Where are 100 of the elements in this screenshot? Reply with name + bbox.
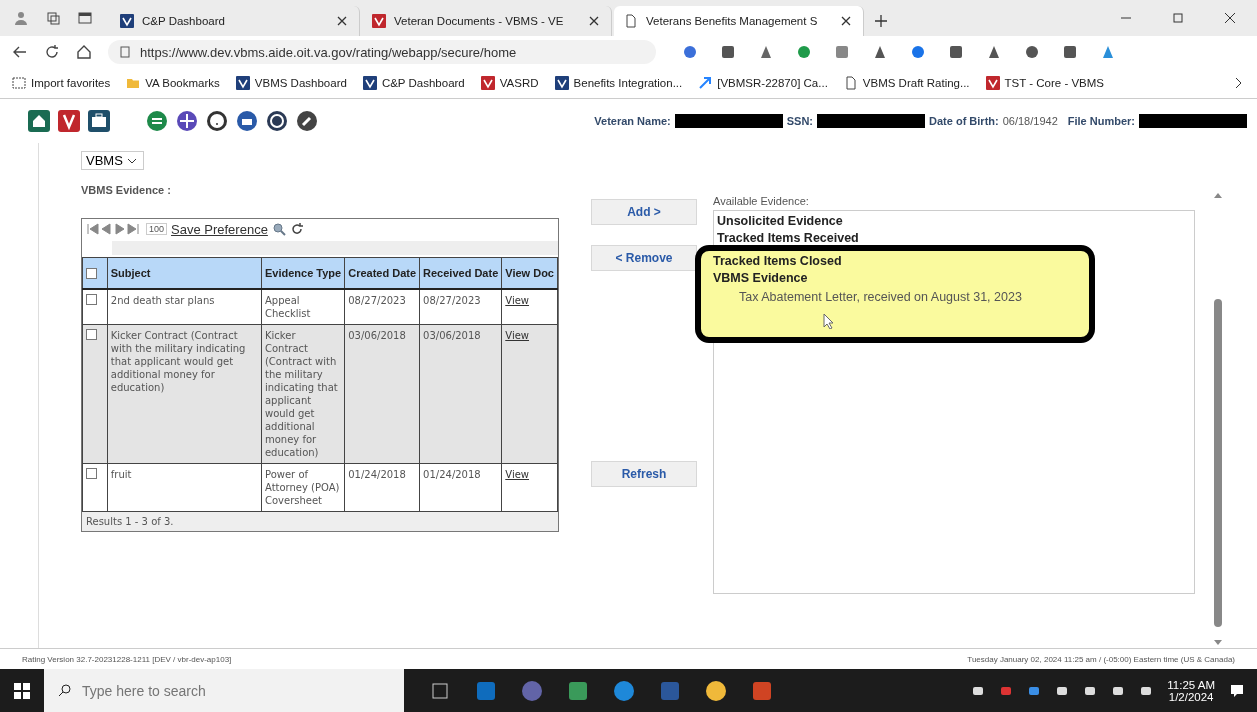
checkbox[interactable] bbox=[86, 294, 97, 305]
table-cell: Kicker Contract (Contract with the military indicating that applicant would get additional money for education) bbox=[107, 324, 262, 464]
refresh-button[interactable]: Refresh bbox=[591, 461, 697, 487]
source-select[interactable]: VBMS bbox=[81, 151, 144, 170]
site-icon bbox=[120, 14, 134, 28]
taskbar-app-icon[interactable] bbox=[704, 678, 728, 703]
bookmark[interactable]: TST - Core - VBMS bbox=[985, 76, 1105, 90]
taskbar-search-field[interactable]: Type here to search bbox=[44, 669, 404, 712]
checkbox[interactable] bbox=[86, 468, 97, 479]
home-icon[interactable] bbox=[76, 44, 92, 60]
evidence-group[interactable]: Tracked Items Closed bbox=[713, 253, 1077, 270]
bookmark[interactable]: C&P Dashboard bbox=[362, 76, 465, 90]
column-header[interactable]: Evidence Type bbox=[261, 257, 345, 289]
taskbar-clock[interactable]: 11:25 AM 1/2/2024 bbox=[1167, 678, 1215, 703]
search-icon bbox=[58, 683, 72, 697]
site-icon bbox=[480, 76, 495, 90]
field-label: SSN: bbox=[786, 115, 814, 127]
page-info-icon bbox=[118, 45, 132, 59]
checkbox[interactable] bbox=[86, 267, 97, 279]
toolbar-icon[interactable] bbox=[758, 44, 774, 60]
profile-icon[interactable] bbox=[14, 11, 28, 25]
section-label: VBMS Evidence : bbox=[81, 184, 172, 196]
checkbox[interactable] bbox=[86, 329, 97, 340]
close-icon[interactable] bbox=[839, 14, 853, 28]
bookmark[interactable]: Benefits Integration... bbox=[554, 76, 683, 90]
toolbar-icon[interactable] bbox=[872, 44, 888, 60]
scroll-down-icon[interactable] bbox=[1213, 639, 1223, 647]
bookmark[interactable]: VASRD bbox=[480, 76, 539, 90]
table-cell: Appeal Checklist bbox=[261, 289, 345, 325]
field-label: File Number: bbox=[1067, 115, 1135, 127]
search-icon[interactable] bbox=[271, 222, 286, 236]
briefcase-icon[interactable] bbox=[88, 110, 110, 132]
refresh-icon[interactable] bbox=[289, 222, 304, 236]
pager-arrows-icon[interactable] bbox=[86, 222, 142, 236]
site-icon bbox=[235, 76, 250, 90]
results-count: Results 1 - 3 of 3. bbox=[82, 512, 558, 531]
toolbar-icon[interactable] bbox=[1024, 44, 1040, 60]
import-icon bbox=[12, 76, 26, 90]
toolbar-icon[interactable] bbox=[1062, 44, 1078, 60]
view-link[interactable]: View bbox=[505, 295, 529, 306]
view-link[interactable]: View bbox=[505, 330, 529, 341]
bookmark[interactable]: VBMS Dashboard bbox=[235, 76, 347, 90]
taskbar-app-icon[interactable] bbox=[612, 678, 636, 703]
bookmark[interactable]: VA Bookmarks bbox=[126, 76, 220, 90]
evidence-group[interactable]: Tracked Items Received bbox=[717, 230, 1191, 247]
back-icon[interactable] bbox=[12, 44, 28, 60]
field-value: 06/18/1942 bbox=[1002, 115, 1058, 127]
notifications-icon[interactable] bbox=[1229, 682, 1245, 699]
remove-button[interactable]: < Remove bbox=[591, 245, 697, 271]
close-icon[interactable] bbox=[587, 14, 601, 28]
field-label: Veteran Name: bbox=[594, 115, 671, 127]
field-label: Date of Birth: bbox=[929, 115, 999, 127]
bookmark[interactable]: [VBMSR-22870] Ca... bbox=[698, 76, 828, 90]
toolbar-icon[interactable] bbox=[910, 44, 926, 60]
column-header[interactable]: Received Date bbox=[419, 257, 502, 289]
browser-tab[interactable]: Veterans Benefits Management S bbox=[614, 6, 864, 36]
view-link[interactable]: View bbox=[505, 469, 529, 480]
column-header[interactable]: View Doc bbox=[501, 257, 558, 289]
toolbar-icon[interactable] bbox=[948, 44, 964, 60]
evidence-group[interactable]: VBMS Evidence bbox=[713, 270, 1077, 287]
page-size-select[interactable]: 100 bbox=[146, 223, 168, 235]
new-tab-icon[interactable] bbox=[874, 14, 888, 28]
page-icon bbox=[624, 14, 638, 28]
add-button[interactable]: Add > bbox=[591, 199, 697, 225]
cursor-icon bbox=[823, 313, 835, 329]
table-cell: 03/06/2018 bbox=[419, 324, 502, 464]
toolbar-icon[interactable] bbox=[834, 44, 850, 60]
evidence-group[interactable]: Unsolicited Evidence bbox=[717, 213, 1191, 230]
home-icon[interactable] bbox=[28, 110, 50, 132]
site-icon bbox=[372, 14, 386, 28]
maximize-icon[interactable] bbox=[1171, 11, 1185, 25]
toolbar-icon[interactable] bbox=[986, 44, 1002, 60]
table-cell: Power of Attorney (POA) Coversheet bbox=[261, 463, 345, 512]
bookmark[interactable]: Import favorites bbox=[12, 76, 111, 90]
column-header[interactable]: Subject bbox=[107, 257, 262, 289]
evidence-item[interactable]: Tax Abatement Letter, received on August 31, 2023 bbox=[713, 287, 1077, 307]
toolbar-icon[interactable] bbox=[720, 44, 736, 60]
timestamp-text: Tuesday January 02, 2024 11:25 am / (-05:00) Eastern time (US & Canada) bbox=[967, 654, 1235, 664]
toolbar-icon[interactable] bbox=[1100, 44, 1116, 60]
move-icon[interactable] bbox=[176, 110, 198, 132]
address-bar[interactable]: https://www.dev.vbms.aide.oit.va.gov/rating/webapp/secure/home bbox=[108, 40, 656, 64]
scroll-up-icon[interactable] bbox=[1213, 191, 1223, 199]
table-cell: 01/24/2018 bbox=[419, 463, 502, 512]
page-icon bbox=[843, 76, 858, 90]
windows-start-icon[interactable] bbox=[14, 682, 30, 699]
column-header[interactable]: Created Date bbox=[344, 257, 420, 289]
toolbar-icon[interactable] bbox=[796, 44, 812, 60]
site-icon bbox=[362, 76, 377, 90]
close-icon[interactable] bbox=[1223, 11, 1237, 25]
reload-icon[interactable] bbox=[44, 44, 60, 60]
table-cell: 01/24/2018 bbox=[344, 463, 420, 512]
bookmark[interactable]: VBMS Draft Rating... bbox=[843, 76, 970, 90]
close-icon[interactable] bbox=[335, 14, 349, 28]
v-logo-icon[interactable] bbox=[58, 110, 80, 132]
save-preference-link[interactable]: Save Preference bbox=[171, 221, 268, 237]
scrollbar-thumb[interactable] bbox=[1214, 299, 1222, 627]
workspaces-icon[interactable] bbox=[46, 11, 60, 25]
tab-actions-icon[interactable] bbox=[78, 11, 92, 25]
toolbar-icon[interactable] bbox=[682, 44, 698, 60]
table-cell: Kicker Contract (Contract with the military indicating that applicant would get additional money for education) bbox=[261, 324, 345, 464]
